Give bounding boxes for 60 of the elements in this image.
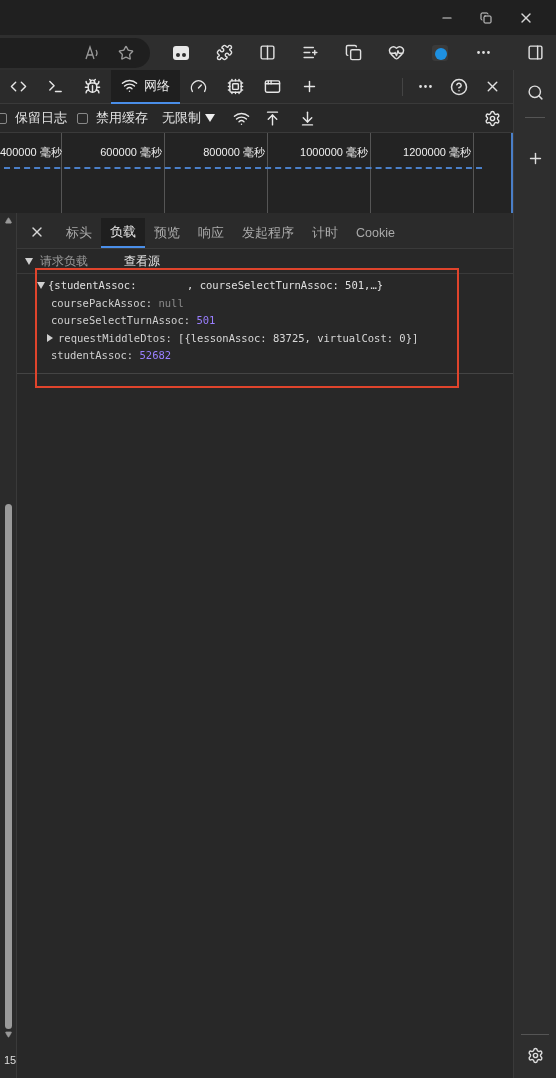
caret-icon[interactable]	[37, 282, 45, 290]
property-key: requestMiddleDtos:	[58, 329, 172, 347]
property-value: [{lessonAssoc: 83725, virtualCost: 0}]	[178, 330, 419, 346]
add-icon	[301, 78, 318, 95]
health-icon[interactable]	[388, 44, 405, 61]
settings-icon[interactable]	[484, 109, 501, 127]
time-tick-label: 600000 毫秒	[100, 146, 162, 158]
scroll-up-icon[interactable]	[4, 217, 12, 224]
extensions-icon[interactable]	[216, 44, 233, 61]
property-key: coursePackAssoc:	[51, 294, 153, 312]
property-value: null	[158, 295, 184, 311]
property-value: 52682	[139, 348, 172, 363]
object-summary[interactable]: {studentAssoc: , courseSelectTurnAssoc: 501,…}	[48, 277, 384, 295]
time-tick-label: 1000000 毫秒	[300, 146, 368, 158]
collections-icon[interactable]	[345, 44, 362, 61]
export-icon[interactable]	[299, 109, 316, 127]
memory-icon	[227, 78, 244, 95]
detail-tab[interactable]: 发起程序	[233, 218, 303, 248]
section-title[interactable]: 请求负载	[40, 252, 124, 270]
browser-logo-icon[interactable]	[431, 43, 449, 62]
scroll-down-icon[interactable]	[4, 1030, 12, 1038]
expand-icon[interactable]	[47, 334, 53, 343]
checkbox[interactable]	[77, 112, 88, 124]
checkbox-label: 禁用缓存	[96, 109, 148, 127]
read-aloud-icon[interactable]	[84, 44, 100, 61]
devtools-tab[interactable]: 网络	[111, 69, 180, 104]
import-icon[interactable]	[264, 109, 281, 127]
time-tick-label: 1200000 毫秒	[403, 146, 471, 158]
sources-icon	[84, 78, 101, 95]
throttling-select[interactable]: 无限制	[162, 108, 201, 128]
detail-tab[interactable]: Cookie	[347, 218, 404, 248]
sidebar-toggle-icon[interactable]	[527, 44, 544, 61]
view-source-link[interactable]: 查看源	[124, 252, 160, 270]
console-icon	[47, 78, 64, 95]
favorite-icon[interactable]	[118, 44, 134, 61]
detail-tab[interactable]: 计时	[303, 218, 347, 248]
request-count: 15	[3, 1052, 17, 1068]
settings-icon[interactable]	[526, 1047, 544, 1064]
tracker-icon[interactable]	[172, 44, 190, 61]
performance-icon	[190, 78, 207, 95]
split-screen-icon[interactable]	[259, 44, 276, 61]
favorites-icon[interactable]	[302, 44, 319, 61]
checkbox-label: 保留日志	[15, 109, 67, 127]
search-icon[interactable]	[526, 84, 544, 101]
detail-tab[interactable]: 预览	[145, 218, 189, 248]
detail-tab[interactable]: 标头	[57, 218, 101, 248]
network-icon	[121, 77, 138, 94]
help-icon[interactable]	[450, 77, 468, 96]
restore-icon[interactable]	[480, 11, 492, 24]
property-key: courseSelectTurnAssoc:	[51, 312, 191, 330]
dropdown-icon[interactable]	[205, 114, 215, 122]
detail-tab[interactable]: 响应	[189, 218, 233, 248]
property-value: 501	[196, 313, 216, 328]
scrollbar-thumb[interactable]	[4, 504, 12, 1029]
application-icon	[264, 78, 281, 95]
detail-tab[interactable]: 负载	[101, 218, 145, 248]
caret-icon[interactable]	[25, 257, 33, 265]
time-tick-label: 800000 毫秒	[203, 146, 265, 158]
property-key: studentAssoc:	[51, 347, 134, 365]
time-tick-label: 400000 毫秒	[0, 146, 62, 158]
